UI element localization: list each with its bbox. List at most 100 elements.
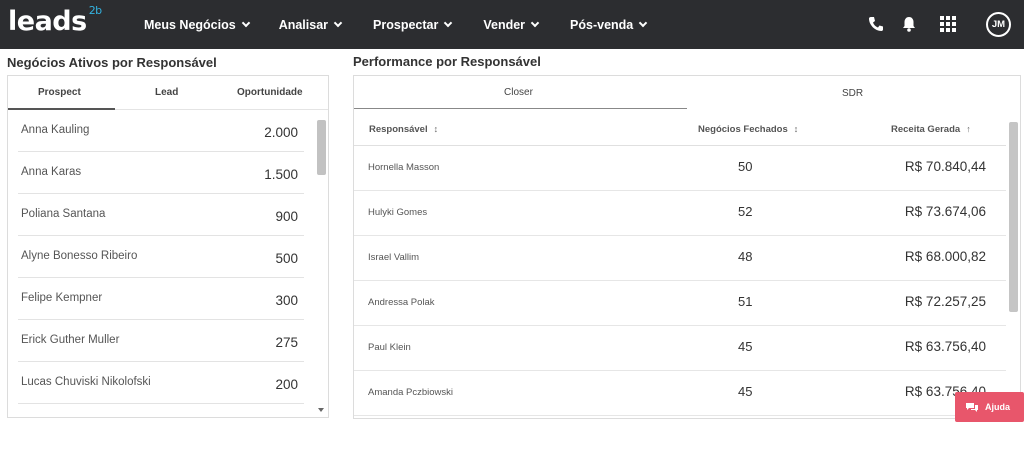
sort-icon: ↕ [793, 124, 799, 134]
responsible-name: Anna Karas [21, 166, 82, 178]
revenue: R$ 68.000,82 [904, 249, 986, 264]
logo-superscript: 2b [88, 4, 102, 17]
column-header-responsavel[interactable]: Responsável ↕ [369, 124, 438, 135]
user-avatar[interactable]: JM [986, 12, 1011, 37]
table-row[interactable]: Andressa Polak 51 R$ 72.257,25 [354, 281, 1006, 326]
responsible-name: Lucas Chuviski Nikolofski [21, 376, 151, 388]
scrollbar-thumb[interactable] [1009, 122, 1018, 312]
responsible-name: Anna Kauling [21, 124, 90, 136]
list-item[interactable]: Anna Karas 1.500 [18, 152, 304, 194]
responsible-name: Amanda Pczbiowski [368, 387, 454, 398]
closed-deals: 45 [738, 339, 753, 354]
chevron-down-icon [444, 18, 453, 28]
list-item[interactable]: Erick Guther Muller 275 [18, 320, 304, 362]
column-label: Responsável [369, 124, 428, 135]
help-label: Ajuda [985, 402, 1011, 412]
active-deals-panel: Prospect Lead Oportunidade Anna Kauling 2… [7, 75, 329, 418]
nav-analisar[interactable]: Analisar [278, 17, 343, 32]
revenue: R$ 63.756,40 [904, 339, 986, 354]
nav-label: Meus Negócios [144, 17, 236, 32]
deal-count: 200 [275, 377, 298, 392]
responsible-name: Israel Vallim [368, 252, 420, 263]
table-row[interactable]: Hornella Masson 50 R$ 70.840,44 [354, 146, 1006, 191]
tab-lead[interactable]: Lead [155, 87, 178, 98]
performance-panel: Closer SDR Responsável ↕ Negócios Fechado… [353, 75, 1021, 419]
tab-sdr[interactable]: SDR [842, 88, 863, 99]
revenue: R$ 73.674,06 [904, 204, 986, 219]
list-item[interactable]: Anna Kauling 2.000 [18, 110, 304, 152]
nav-label: Analisar [278, 17, 329, 32]
sort-icon: ↕ [433, 124, 439, 134]
tab-closer[interactable]: Closer [504, 87, 533, 98]
tab-oportunidade[interactable]: Oportunidade [237, 87, 303, 98]
list-item[interactable]: Lucas Chuviski Nikolofski 200 [18, 362, 304, 404]
list-item[interactable]: Felipe Kempner 300 [18, 278, 304, 320]
nav-label: Prospectar [373, 17, 439, 32]
help-button[interactable]: Ajuda [955, 392, 1024, 422]
column-header-negocios-fechados[interactable]: Negócios Fechados ↕ [698, 124, 798, 135]
deal-count: 2.000 [264, 125, 298, 140]
column-header-receita-gerada[interactable]: Receita Gerada ↑ [891, 124, 971, 135]
chevron-down-icon [639, 18, 648, 28]
main-nav: Meus Negócios Analisar Prospectar Vender… [144, 0, 678, 49]
chevron-down-icon [241, 18, 250, 28]
active-tab-indicator [354, 108, 687, 109]
deal-count: 275 [275, 335, 298, 350]
list-item[interactable]: Alyne Bonesso Ribeiro 500 [18, 236, 304, 278]
sort-up-icon: ↑ [966, 124, 971, 134]
responsible-name: Andressa Polak [368, 297, 435, 308]
deal-count: 900 [275, 209, 298, 224]
left-tabs: Prospect Lead Oportunidade [8, 76, 328, 110]
responsible-name: Hulyki Gomes [368, 207, 428, 218]
closed-deals: 51 [738, 294, 753, 309]
deal-count: 500 [275, 251, 298, 266]
nav-prospectar[interactable]: Prospectar [373, 17, 453, 32]
responsible-name: Erick Guther Muller [21, 334, 120, 346]
table-row[interactable]: Hulyki Gomes 52 R$ 73.674,06 [354, 191, 1006, 236]
closed-deals: 50 [738, 159, 753, 174]
apps-grid-icon[interactable] [938, 14, 958, 34]
table-row[interactable]: Paul Klein 45 R$ 63.756,40 [354, 326, 1006, 371]
scroll-down-arrow-icon[interactable] [318, 408, 324, 412]
nav-pos-venda[interactable]: Pós-venda [570, 17, 648, 32]
phone-icon[interactable] [866, 14, 886, 34]
top-navbar: leads 2b Meus Negócios Analisar Prospecta… [0, 0, 1024, 49]
scrollbar-thumb[interactable] [317, 120, 326, 175]
responsible-name: Poliana Santana [21, 208, 106, 220]
bell-icon[interactable] [899, 14, 919, 34]
closed-deals: 48 [738, 249, 753, 264]
responsible-name: Hornella Masson [368, 162, 440, 173]
chevron-down-icon [530, 18, 540, 28]
responsible-name: Paul Klein [368, 342, 411, 353]
table-row[interactable]: Amanda Pczbiowski 45 R$ 63.756,40 [354, 371, 1006, 416]
column-label: Negócios Fechados [698, 124, 788, 135]
column-label: Receita Gerada [891, 124, 961, 135]
right-tabs: Closer SDR [354, 76, 1020, 110]
right-panel-title: Performance por Responsável [353, 54, 541, 69]
deal-count: 1.500 [264, 167, 298, 182]
left-panel-title: Negócios Ativos por Responsável [7, 55, 217, 70]
list-item[interactable]: Poliana Santana 900 [18, 194, 304, 236]
nav-meus-negocios[interactable]: Meus Negócios [144, 17, 250, 32]
leads-logo[interactable]: leads 2b [8, 4, 102, 37]
revenue: R$ 72.257,25 [904, 294, 986, 309]
left-scrollbar[interactable] [316, 116, 328, 416]
closed-deals: 45 [738, 384, 753, 399]
right-scrollbar[interactable] [1008, 114, 1020, 414]
chevron-down-icon [333, 18, 343, 28]
table-header: Responsável ↕ Negócios Fechados ↕ Receita … [354, 111, 1006, 146]
active-deals-list: Anna Kauling 2.000 Anna Karas 1.500 Polian… [18, 110, 304, 404]
nav-vender[interactable]: Vender [483, 17, 540, 32]
logo-text: leads [8, 6, 87, 37]
revenue: R$ 70.840,44 [904, 159, 986, 174]
deal-count: 300 [275, 293, 298, 308]
performance-table-body: Hornella Masson 50 R$ 70.840,44 Hulyki Gom… [354, 146, 1006, 416]
chat-icon [966, 402, 978, 412]
responsible-name: Alyne Bonesso Ribeiro [21, 250, 138, 262]
nav-label: Vender [483, 17, 526, 32]
table-row[interactable]: Israel Vallim 48 R$ 68.000,82 [354, 236, 1006, 281]
nav-label: Pós-venda [570, 17, 634, 32]
tab-prospect[interactable]: Prospect [38, 87, 81, 98]
closed-deals: 52 [738, 204, 753, 219]
responsible-name: Felipe Kempner [21, 292, 103, 304]
